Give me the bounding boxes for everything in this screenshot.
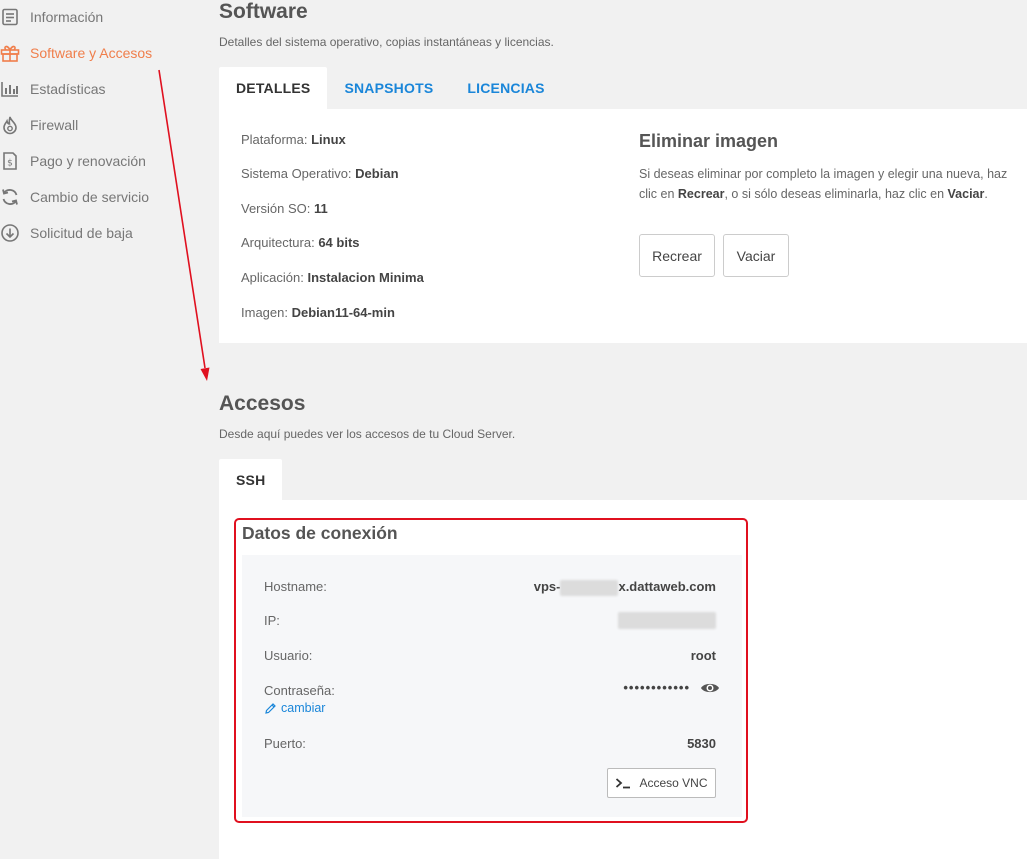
detail-label: Arquitectura: bbox=[241, 235, 315, 250]
sidebar-item-informacion[interactable]: Información bbox=[0, 5, 103, 29]
invoice-dollar-icon: $ bbox=[3, 152, 17, 170]
detail-label: Aplicación: bbox=[241, 270, 304, 285]
redacted-block bbox=[618, 612, 716, 630]
detail-aplicacion: Aplicación: Instalacion Minima bbox=[241, 270, 424, 285]
detail-label: Plataforma: bbox=[241, 132, 308, 147]
sidebar-item-software-accesos[interactable]: Software y Accesos bbox=[0, 41, 152, 65]
change-password-link[interactable]: cambiar bbox=[264, 701, 325, 715]
port-value[interactable]: 5830 bbox=[687, 736, 716, 751]
sidebar-item-pago-renovacion[interactable]: $ Pago y renovación bbox=[0, 149, 146, 173]
detail-value: Instalacion Minima bbox=[307, 270, 424, 285]
detail-label: Versión SO: bbox=[241, 201, 311, 216]
eye-icon[interactable] bbox=[700, 681, 720, 695]
password-value: •••••••••••• bbox=[623, 680, 720, 695]
sidebar-item-label: Pago y renovación bbox=[30, 153, 146, 169]
hostname-label: Hostname: bbox=[264, 579, 327, 594]
detail-value: Debian bbox=[355, 166, 399, 181]
terminal-icon bbox=[616, 778, 631, 789]
password-mask: •••••••••••• bbox=[623, 680, 690, 695]
flame-icon bbox=[3, 116, 17, 135]
refresh-icon bbox=[2, 189, 18, 205]
connection-data-highlight: Datos de conexión Hostname: vps-x.dattaw… bbox=[234, 518, 748, 823]
password-label: Contraseña: bbox=[264, 683, 335, 698]
gift-icon bbox=[0, 45, 20, 62]
port-label: Puerto: bbox=[264, 736, 306, 751]
software-subtitle: Detalles del sistema operativo, copias i… bbox=[219, 35, 554, 49]
pencil-icon bbox=[265, 702, 276, 714]
detail-version-so: Versión SO: 11 bbox=[241, 201, 328, 216]
detail-imagen: Imagen: Debian11-64-min bbox=[241, 305, 395, 320]
detail-label: Sistema Operativo: bbox=[241, 166, 352, 181]
tab-ssh[interactable]: SSH bbox=[219, 459, 283, 501]
accesos-tabs: SSH bbox=[219, 459, 283, 501]
main-content: Software Detalles del sistema operativo,… bbox=[219, 0, 1027, 859]
software-details-panel: Plataforma: Linux Sistema Operativo: Deb… bbox=[219, 109, 1027, 343]
download-circle-icon bbox=[1, 224, 19, 242]
sidebar-item-cambio-servicio[interactable]: Cambio de servicio bbox=[0, 185, 149, 209]
tab-detalles[interactable]: DETALLES bbox=[219, 67, 328, 109]
tab-snapshots[interactable]: SNAPSHOTS bbox=[327, 67, 450, 109]
delete-image-description: Si deseas eliminar por completo la image… bbox=[639, 167, 1008, 201]
redacted-block bbox=[560, 579, 619, 596]
detail-value: 11 bbox=[314, 201, 328, 216]
detail-value: Debian11-64-min bbox=[291, 305, 395, 320]
recreate-button[interactable]: Recrear bbox=[639, 234, 715, 277]
delete-image-title: Eliminar imagen bbox=[639, 131, 779, 151]
bar-chart-icon bbox=[1, 82, 18, 97]
software-title: Software bbox=[219, 0, 308, 23]
detail-value: 64 bits bbox=[318, 235, 360, 250]
vnc-access-button[interactable]: Acceso VNC bbox=[607, 768, 716, 798]
hostname-value[interactable]: vps-x.dattaweb.com bbox=[534, 579, 716, 596]
connection-title: Datos de conexión bbox=[242, 523, 398, 543]
accesos-subtitle: Desde aquí puedes ver los accesos de tu … bbox=[219, 427, 516, 441]
sidebar-item-label: Estadísticas bbox=[30, 81, 106, 97]
user-value[interactable]: root bbox=[691, 648, 716, 663]
detail-arquitectura: Arquitectura: 64 bits bbox=[241, 235, 360, 250]
ip-label: IP: bbox=[264, 613, 280, 628]
sidebar-item-label: Firewall bbox=[30, 117, 79, 133]
ssh-panel: Datos de conexión Hostname: vps-x.dattaw… bbox=[219, 500, 1027, 859]
tab-licencias[interactable]: LICENCIAS bbox=[450, 67, 561, 109]
ip-value[interactable] bbox=[618, 612, 716, 630]
svg-text:$: $ bbox=[7, 159, 13, 169]
user-label: Usuario: bbox=[264, 648, 313, 663]
accesos-title: Accesos bbox=[219, 392, 306, 415]
change-password-label: cambiar bbox=[281, 701, 326, 715]
sidebar-item-solicitud-baja[interactable]: Solicitud de baja bbox=[0, 221, 133, 245]
connection-details: Hostname: vps-x.dattaweb.com IP: Usuario… bbox=[242, 555, 742, 817]
detail-sistema-operativo: Sistema Operativo: Debian bbox=[241, 166, 399, 181]
sidebar-item-label: Información bbox=[30, 9, 104, 25]
sidebar-item-label: Cambio de servicio bbox=[30, 189, 150, 205]
empty-button[interactable]: Vaciar bbox=[723, 234, 789, 277]
sidebar-item-firewall[interactable]: Firewall bbox=[0, 113, 78, 137]
detail-label: Imagen: bbox=[241, 305, 288, 320]
detail-value: Linux bbox=[311, 132, 346, 147]
detail-plataforma: Plataforma: Linux bbox=[241, 132, 346, 147]
sidebar-item-estadisticas[interactable]: Estadísticas bbox=[0, 77, 105, 101]
sidebar-item-label: Software y Accesos bbox=[30, 45, 153, 61]
sidebar-item-label: Solicitud de baja bbox=[30, 225, 133, 241]
vnc-access-label: Acceso VNC bbox=[639, 776, 708, 790]
software-tabs: DETALLES SNAPSHOTS LICENCIAS bbox=[219, 67, 562, 109]
info-doc-icon bbox=[2, 8, 18, 26]
